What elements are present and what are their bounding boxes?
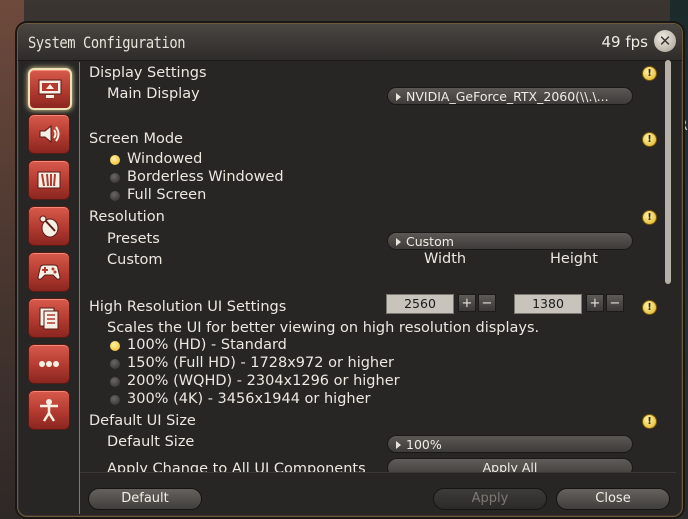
system-configuration-window: System Configuration 49 fps ✕ Display Se… [17, 23, 683, 517]
settings-panel: Display Settings ! Main Display NVIDIA_G… [80, 60, 676, 472]
title-bar[interactable]: System Configuration 49 fps ✕ [18, 24, 682, 61]
presets-label: Presets [107, 231, 160, 247]
window-title: System Configuration [28, 33, 186, 52]
default-size-label: Default Size [107, 434, 195, 450]
radio-ui-200[interactable] [110, 377, 120, 387]
default-size-dropdown[interactable]: 100% [387, 435, 633, 453]
screen-mode-option[interactable]: Windowed [127, 151, 202, 167]
height-increment-button[interactable]: + [586, 294, 604, 312]
more-icon[interactable] [28, 344, 70, 384]
mouse-icon[interactable] [28, 206, 70, 246]
main-display-value: NVIDIA_GeForce_RTX_2060(\\.\... [406, 89, 609, 104]
gamepad-icon[interactable] [28, 252, 70, 292]
width-increment-button[interactable]: + [458, 294, 476, 312]
hires-ui-option[interactable]: 300% (4K) - 3456x1944 or higher [127, 391, 371, 407]
hires-ui-option[interactable]: 150% (Full HD) - 1728x972 or higher [127, 355, 394, 371]
screen-mode-heading: Screen Mode [89, 131, 183, 147]
height-input[interactable]: 1380 [514, 294, 582, 314]
triangle-right-icon [396, 92, 401, 101]
apply-all-button[interactable]: Apply All [387, 458, 633, 472]
radio-ui-100[interactable] [110, 341, 120, 351]
hires-ui-option[interactable]: 200% (WQHD) - 2304x1296 or higher [127, 373, 400, 389]
footer-divider [80, 472, 676, 473]
screen-mode-option[interactable]: Full Screen [127, 187, 206, 203]
radio-full-screen[interactable] [110, 191, 120, 201]
display-settings-heading: Display Settings [89, 65, 207, 81]
close-button[interactable]: Close [556, 488, 670, 510]
warning-icon[interactable]: ! [642, 66, 657, 81]
close-window-icon[interactable]: ✕ [654, 30, 676, 52]
hires-ui-option[interactable]: 100% (HD) - Standard [127, 337, 287, 353]
main-display-label: Main Display [107, 86, 200, 102]
category-sidebar [23, 64, 73, 504]
radio-ui-300[interactable] [110, 395, 120, 405]
warning-icon[interactable]: ! [642, 414, 657, 429]
scrollbar[interactable] [665, 60, 671, 284]
height-decrement-button[interactable]: − [606, 294, 624, 312]
other-settings-icon[interactable] [28, 298, 70, 338]
warning-icon[interactable]: ! [642, 132, 657, 147]
hires-ui-heading: High Resolution UI Settings [89, 299, 287, 315]
default-button[interactable]: Default [88, 488, 202, 510]
width-input[interactable]: 2560 [386, 294, 454, 314]
apply-all-label: Apply Change to All UI Components [107, 461, 366, 472]
graphics-icon[interactable] [28, 160, 70, 200]
screen-mode-option[interactable]: Borderless Windowed [127, 169, 284, 185]
height-label: Height [550, 251, 598, 267]
hires-ui-description: Scales the UI for better viewing on high… [107, 320, 540, 336]
default-size-value: 100% [406, 437, 442, 452]
triangle-right-icon [396, 440, 401, 449]
default-ui-size-heading: Default UI Size [89, 413, 196, 429]
resolution-heading: Resolution [89, 209, 165, 225]
display-icon[interactable] [28, 68, 72, 110]
width-decrement-button[interactable]: − [478, 294, 496, 312]
radio-borderless-windowed[interactable] [110, 173, 120, 183]
presets-dropdown[interactable]: Custom [387, 232, 633, 250]
width-label: Width [424, 251, 467, 267]
presets-value: Custom [406, 234, 454, 249]
warning-icon[interactable]: ! [642, 300, 657, 315]
radio-windowed[interactable] [110, 155, 120, 165]
apply-button[interactable]: Apply [433, 488, 547, 510]
warning-icon[interactable]: ! [642, 210, 657, 225]
accessibility-icon[interactable] [28, 390, 70, 430]
triangle-right-icon [396, 237, 401, 246]
custom-label: Custom [107, 252, 163, 268]
main-display-dropdown[interactable]: NVIDIA_GeForce_RTX_2060(\\.\... [387, 87, 633, 105]
radio-ui-150[interactable] [110, 359, 120, 369]
fps-counter: 49 fps [601, 33, 648, 51]
sound-icon[interactable] [28, 114, 70, 154]
